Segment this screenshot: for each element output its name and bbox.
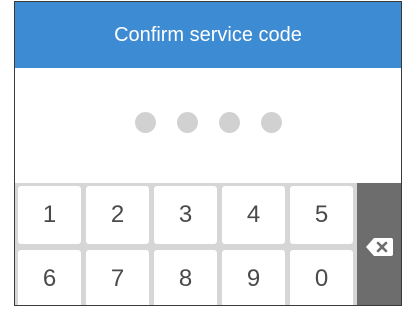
numeric-keypad: 1 2 3 4 5 6 7 8 9 0 [15, 183, 357, 305]
pin-dot [218, 112, 240, 133]
key-1[interactable]: 1 [18, 186, 81, 244]
key-6[interactable]: 6 [18, 250, 81, 305]
key-3[interactable]: 3 [154, 186, 217, 244]
key-7[interactable]: 7 [86, 250, 149, 305]
dialog-title: Confirm service code [114, 23, 302, 46]
key-4[interactable]: 4 [222, 186, 285, 244]
key-9[interactable]: 9 [222, 250, 285, 305]
pin-indicator [15, 112, 401, 136]
backspace-button[interactable] [357, 183, 401, 305]
key-0[interactable]: 0 [290, 250, 353, 305]
backspace-icon [366, 238, 393, 256]
pin-dot [134, 112, 156, 133]
title-bar: Confirm service code [15, 2, 401, 68]
key-5[interactable]: 5 [290, 186, 353, 244]
key-8[interactable]: 8 [154, 250, 217, 305]
pin-dot [260, 112, 282, 133]
key-2[interactable]: 2 [86, 186, 149, 244]
service-code-dialog: Confirm service code 1 2 3 4 5 6 7 8 9 0 [14, 1, 402, 306]
pin-dot [176, 112, 198, 133]
